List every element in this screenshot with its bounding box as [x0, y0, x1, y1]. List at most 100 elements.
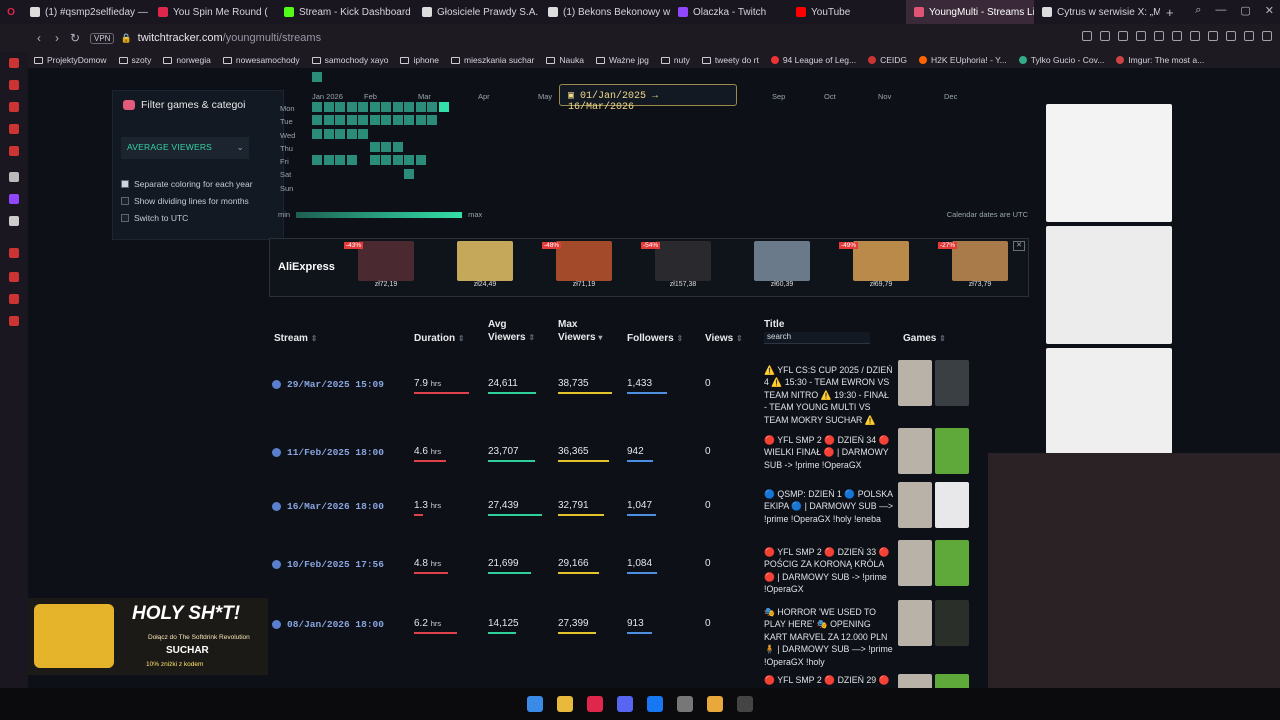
stream-date-link[interactable]: 10/Feb/2025 17:56 [272, 559, 384, 570]
heart-icon[interactable] [1172, 31, 1182, 41]
calendar-day-cell[interactable] [381, 115, 391, 126]
calendar-day-cell[interactable] [381, 155, 391, 166]
ad-product[interactable]: zł73,79 -27% [938, 241, 1008, 291]
bookmark-item[interactable]: nowesamochody [222, 55, 300, 65]
header-duration[interactable]: Duration ⇕ [414, 332, 465, 345]
search-tabs-icon[interactable]: ⌕ [1195, 4, 1201, 17]
calendar-day-cell[interactable] [369, 102, 380, 112]
calendar-day-cell[interactable] [312, 72, 322, 82]
stream-date-link[interactable]: 29/Mar/2025 15:09 [272, 379, 384, 390]
game-thumbnail[interactable] [935, 600, 969, 646]
calendar-day-cell[interactable] [323, 115, 334, 126]
opera-gx-icon[interactable] [587, 696, 603, 712]
tab-2[interactable]: You Spin Me Round ( [150, 0, 276, 24]
tab-5[interactable]: (1) Bekons Bekonowy w s [540, 0, 670, 24]
sidebar-icon[interactable] [9, 102, 19, 112]
calendar-day-cell[interactable] [335, 115, 345, 126]
header-max-viewers[interactable]: Max Viewers ▾ [558, 318, 602, 344]
bookmark-item[interactable]: 94 League of Leg... [770, 55, 856, 65]
calendar-day-cell[interactable] [346, 115, 357, 126]
game-thumbnail-just-chatting[interactable] [898, 600, 932, 646]
ad-image[interactable] [1046, 226, 1172, 344]
sidebar-icon[interactable] [9, 248, 19, 258]
ad-product[interactable]: zł24,49 [457, 241, 513, 291]
calendar-day-cell[interactable] [415, 115, 426, 126]
separate-coloring-checkbox[interactable]: Separate coloring for each year [121, 179, 253, 189]
windows-start-icon[interactable] [527, 696, 543, 712]
checkbox[interactable] [121, 214, 129, 222]
utc-checkbox[interactable]: Switch to UTC [121, 213, 188, 223]
bookmark-item[interactable]: Imgur: The most a... [1116, 55, 1204, 65]
calendar-day-cell[interactable] [346, 155, 357, 166]
calendar-day-cell[interactable] [312, 155, 322, 166]
bookmark-item[interactable]: Tylko Gucio - Cov... [1018, 55, 1104, 65]
header-stream[interactable]: Stream ⇕ [274, 332, 317, 345]
close-icon[interactable]: ✕ [1265, 4, 1274, 17]
title-search-input[interactable]: search [764, 332, 870, 344]
ad-image[interactable] [1046, 104, 1172, 222]
tab-7[interactable]: YouTube [788, 0, 906, 24]
ad-product[interactable]: zł72,19 -43% [344, 241, 414, 291]
calendar-day-cell[interactable] [392, 141, 403, 152]
calendar-day-cell[interactable] [392, 115, 403, 126]
bookmark-item[interactable]: CEIDG [868, 55, 907, 65]
facebook-icon[interactable] [647, 696, 663, 712]
calendar-day-cell[interactable] [427, 115, 437, 126]
ad-image[interactable] [1046, 348, 1172, 454]
calendar-day-cell[interactable] [323, 102, 334, 112]
game-thumbnail[interactable] [935, 428, 969, 474]
right-ad-column[interactable] [1046, 104, 1172, 454]
calendar-day-cell[interactable] [438, 102, 449, 112]
extension-icon[interactable] [1100, 31, 1110, 41]
calendar-day-cell[interactable] [404, 115, 414, 126]
calendar-day-cell[interactable] [381, 141, 391, 152]
back-icon[interactable]: ‹ [30, 31, 48, 45]
stream-date-link[interactable]: 11/Feb/2025 18:00 [272, 447, 384, 458]
wallet-icon[interactable] [1208, 31, 1218, 41]
sidebar-icon[interactable] [9, 146, 19, 156]
calendar-day-cell[interactable] [358, 102, 368, 112]
header-avg-viewers[interactable]: Avg Viewers ⇕ [488, 318, 535, 344]
calendar-day-cell[interactable] [335, 155, 345, 166]
calendar-day-cell[interactable] [335, 128, 345, 139]
date-range-picker[interactable]: ▣ 01/Jan/2025 → 16/Mar/2026 [559, 84, 737, 113]
header-views[interactable]: Views ⇕ [705, 332, 743, 345]
calendar-day-cell[interactable] [346, 128, 357, 139]
calendar-day-cell[interactable] [323, 155, 334, 166]
game-thumbnail-just-chatting[interactable] [898, 482, 932, 528]
calendar-day-cell[interactable] [358, 115, 368, 126]
calendar-day-cell[interactable] [323, 128, 334, 139]
app-icon[interactable] [707, 696, 723, 712]
ad-product[interactable]: zł71,19 -48% [542, 241, 612, 291]
x-logo-icon[interactable] [9, 216, 19, 226]
extension-icon[interactable] [1118, 31, 1128, 41]
new-tab-icon[interactable]: + [1160, 5, 1180, 20]
bookmark-item[interactable]: Nauka [546, 55, 584, 65]
tab-8-active[interactable]: YoungMulti - Streams List [906, 0, 1034, 24]
sidebar-icon[interactable] [9, 80, 19, 90]
header-games[interactable]: Games ⇕ [903, 332, 946, 345]
game-thumbnail-just-chatting[interactable] [898, 540, 932, 586]
menu-icon[interactable] [1262, 31, 1272, 41]
game-thumbnail-just-chatting[interactable] [898, 360, 932, 406]
metric-select[interactable]: AVERAGE VIEWERS ⌄ [121, 137, 249, 159]
dividing-lines-checkbox[interactable]: Show dividing lines for months [121, 196, 249, 206]
calendar-day-cell[interactable] [427, 102, 437, 112]
sidebar-icon[interactable] [9, 172, 19, 182]
twitch-icon[interactable] [9, 194, 19, 204]
ad-close-icon[interactable]: ✕ [1013, 241, 1025, 251]
ad-product[interactable]: zł157,38 -54% [641, 241, 711, 291]
checkbox-checked[interactable] [121, 180, 129, 188]
game-thumbnail[interactable] [935, 482, 969, 528]
calendar-day-cell[interactable] [312, 115, 322, 126]
extension-icon[interactable] [1082, 31, 1092, 41]
reload-icon[interactable]: ↻ [66, 31, 84, 45]
calendar-day-cell[interactable] [415, 102, 426, 112]
aliexpress-ad-banner[interactable]: AliExpress zł72,19 -43% zł24,49 zł71,19 -48%… [269, 238, 1029, 297]
calendar-day-cell[interactable] [404, 102, 414, 112]
game-thumbnail-just-chatting[interactable] [898, 428, 932, 474]
tab-9[interactable]: Cytrus w serwisie X: „Mar [1034, 0, 1160, 24]
download-icon[interactable] [1226, 31, 1236, 41]
calendar-day-cell[interactable] [369, 155, 380, 166]
tab-4[interactable]: Głosiciele Prawdy S.A. w [414, 0, 540, 24]
